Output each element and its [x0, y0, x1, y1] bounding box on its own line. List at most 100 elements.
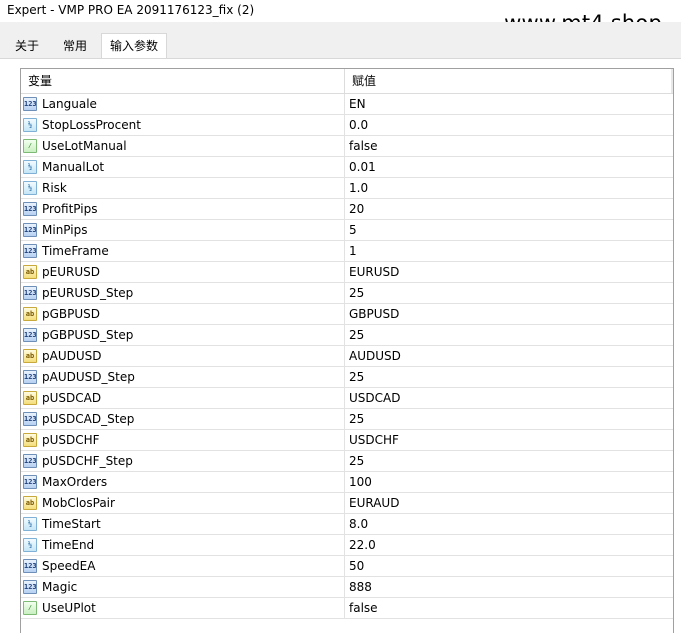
table-row[interactable]: ½ StopLossProcent 0.0	[21, 115, 673, 136]
variable-name: SpeedEA	[42, 559, 96, 573]
variable-name: Risk	[42, 181, 67, 195]
table-row[interactable]: ½ ManualLot 0.01	[21, 157, 673, 178]
title-bar: Expert - VMP PRO EA 2091176123_fix (2) w…	[0, 0, 681, 35]
value-cell[interactable]: GBPUSD	[349, 304, 399, 324]
table-row[interactable]: ab pGBPUSD GBPUSD	[21, 304, 673, 325]
variable-name: pUSDCHF	[42, 433, 100, 447]
table-row[interactable]: ab pAUDUSD AUDUSD	[21, 346, 673, 367]
value-cell[interactable]: 25	[349, 451, 364, 471]
window-title: Expert - VMP PRO EA 2091176123_fix (2)	[7, 3, 255, 17]
table-row[interactable]: ab pUSDCHF USDCHF	[21, 430, 673, 451]
table-row[interactable]: ⁄ UseLotManual false	[21, 136, 673, 157]
bool-icon: ⁄	[23, 139, 37, 153]
string-icon: ab	[23, 433, 37, 447]
column-header-value[interactable]: 赋值	[345, 69, 376, 93]
double-icon: ½	[23, 181, 37, 195]
parameters-grid: 变量 赋值 123 Languale EN ½ StopLossProcent 0.0 ⁄ U…	[20, 68, 674, 633]
value-cell[interactable]: 888	[349, 577, 372, 597]
value-cell[interactable]: USDCHF	[349, 430, 399, 450]
table-row[interactable]: 123 pEURUSD_Step 25	[21, 283, 673, 304]
string-icon: ab	[23, 265, 37, 279]
table-row[interactable]: 123 pAUDUSD_Step 25	[21, 367, 673, 388]
value-cell[interactable]: EN	[349, 94, 366, 114]
variable-cell: ⁄ UseLotManual	[21, 136, 345, 156]
table-row[interactable]: 123 Languale EN	[21, 94, 673, 115]
value-cell[interactable]: 100	[349, 472, 372, 492]
value-cell[interactable]: 0.0	[349, 115, 368, 135]
table-row[interactable]: ab pUSDCAD USDCAD	[21, 388, 673, 409]
variable-cell: ½ Risk	[21, 178, 345, 198]
column-header-variable[interactable]: 变量	[21, 69, 345, 93]
table-row[interactable]: 123 pUSDCHF_Step 25	[21, 451, 673, 472]
variable-cell: ab pGBPUSD	[21, 304, 345, 324]
tab-common[interactable]: 常用	[55, 35, 95, 57]
variable-name: MobClosPair	[42, 496, 115, 510]
string-icon: ab	[23, 391, 37, 405]
value-cell[interactable]: 0.01	[349, 157, 376, 177]
value-cell[interactable]: 1	[349, 241, 357, 261]
variable-name: pAUDUSD_Step	[42, 370, 135, 384]
value-cell[interactable]: EURUSD	[349, 262, 399, 282]
value-cell[interactable]: 20	[349, 199, 364, 219]
tab-about[interactable]: 关于	[7, 35, 47, 57]
table-row[interactable]: 123 TimeFrame 1	[21, 241, 673, 262]
value-cell[interactable]: USDCAD	[349, 388, 400, 408]
string-icon: ab	[23, 349, 37, 363]
variable-cell: 123 pEURUSD_Step	[21, 283, 345, 303]
value-cell[interactable]: EURAUD	[349, 493, 399, 513]
table-row[interactable]: 123 pGBPUSD_Step 25	[21, 325, 673, 346]
variable-cell: 123 pUSDCAD_Step	[21, 409, 345, 429]
table-row[interactable]: 123 Magic 888	[21, 577, 673, 598]
table-row[interactable]: ab pEURUSD EURUSD	[21, 262, 673, 283]
table-row[interactable]: ab MobClosPair EURAUD	[21, 493, 673, 514]
variable-cell: ⁄ UseUPlot	[21, 598, 345, 618]
table-row[interactable]: 123 pUSDCAD_Step 25	[21, 409, 673, 430]
variable-cell: 123 Languale	[21, 94, 345, 114]
table-row[interactable]: ½ TimeStart 8.0	[21, 514, 673, 535]
int-icon: 123	[23, 559, 37, 573]
table-row[interactable]: ½ TimeEnd 22.0	[21, 535, 673, 556]
table-row[interactable]: 123 MaxOrders 100	[21, 472, 673, 493]
variable-cell: 123 ProfitPips	[21, 199, 345, 219]
value-cell[interactable]: 1.0	[349, 178, 368, 198]
bool-icon: ⁄	[23, 601, 37, 615]
int-icon: 123	[23, 286, 37, 300]
value-cell[interactable]: 8.0	[349, 514, 368, 534]
int-icon: 123	[23, 454, 37, 468]
value-cell[interactable]: 5	[349, 220, 357, 240]
table-row[interactable]: 123 ProfitPips 20	[21, 199, 673, 220]
variable-cell: 123 SpeedEA	[21, 556, 345, 576]
variable-name: Magic	[42, 580, 78, 594]
table-row[interactable]: 123 SpeedEA 50	[21, 556, 673, 577]
value-cell[interactable]: AUDUSD	[349, 346, 401, 366]
double-icon: ½	[23, 538, 37, 552]
grid-header: 变量 赋值	[21, 69, 673, 94]
variable-name: pEURUSD	[42, 265, 100, 279]
variable-name: pUSDCHF_Step	[42, 454, 133, 468]
table-row[interactable]: ½ Risk 1.0	[21, 178, 673, 199]
int-icon: 123	[23, 370, 37, 384]
variable-cell: ½ ManualLot	[21, 157, 345, 177]
variable-cell: 123 pGBPUSD_Step	[21, 325, 345, 345]
string-icon: ab	[23, 307, 37, 321]
table-row[interactable]: ⁄ UseUPlot false	[21, 598, 673, 619]
variable-cell: ab pUSDCAD	[21, 388, 345, 408]
variable-cell: ½ StopLossProcent	[21, 115, 345, 135]
value-cell[interactable]: 25	[349, 325, 364, 345]
int-icon: 123	[23, 223, 37, 237]
tab-input-parameters[interactable]: 输入参数	[101, 33, 167, 59]
variable-name: pGBPUSD	[42, 307, 101, 321]
variable-cell: 123 pUSDCHF_Step	[21, 451, 345, 471]
value-cell[interactable]: 22.0	[349, 535, 376, 555]
variable-cell: 123 TimeFrame	[21, 241, 345, 261]
value-cell[interactable]: 25	[349, 283, 364, 303]
value-cell[interactable]: false	[349, 136, 378, 156]
value-cell[interactable]: 50	[349, 556, 364, 576]
value-cell[interactable]: 25	[349, 409, 364, 429]
variable-name: TimeStart	[42, 517, 101, 531]
double-icon: ½	[23, 160, 37, 174]
double-icon: ½	[23, 517, 37, 531]
table-row[interactable]: 123 MinPips 5	[21, 220, 673, 241]
value-cell[interactable]: false	[349, 598, 378, 618]
value-cell[interactable]: 25	[349, 367, 364, 387]
